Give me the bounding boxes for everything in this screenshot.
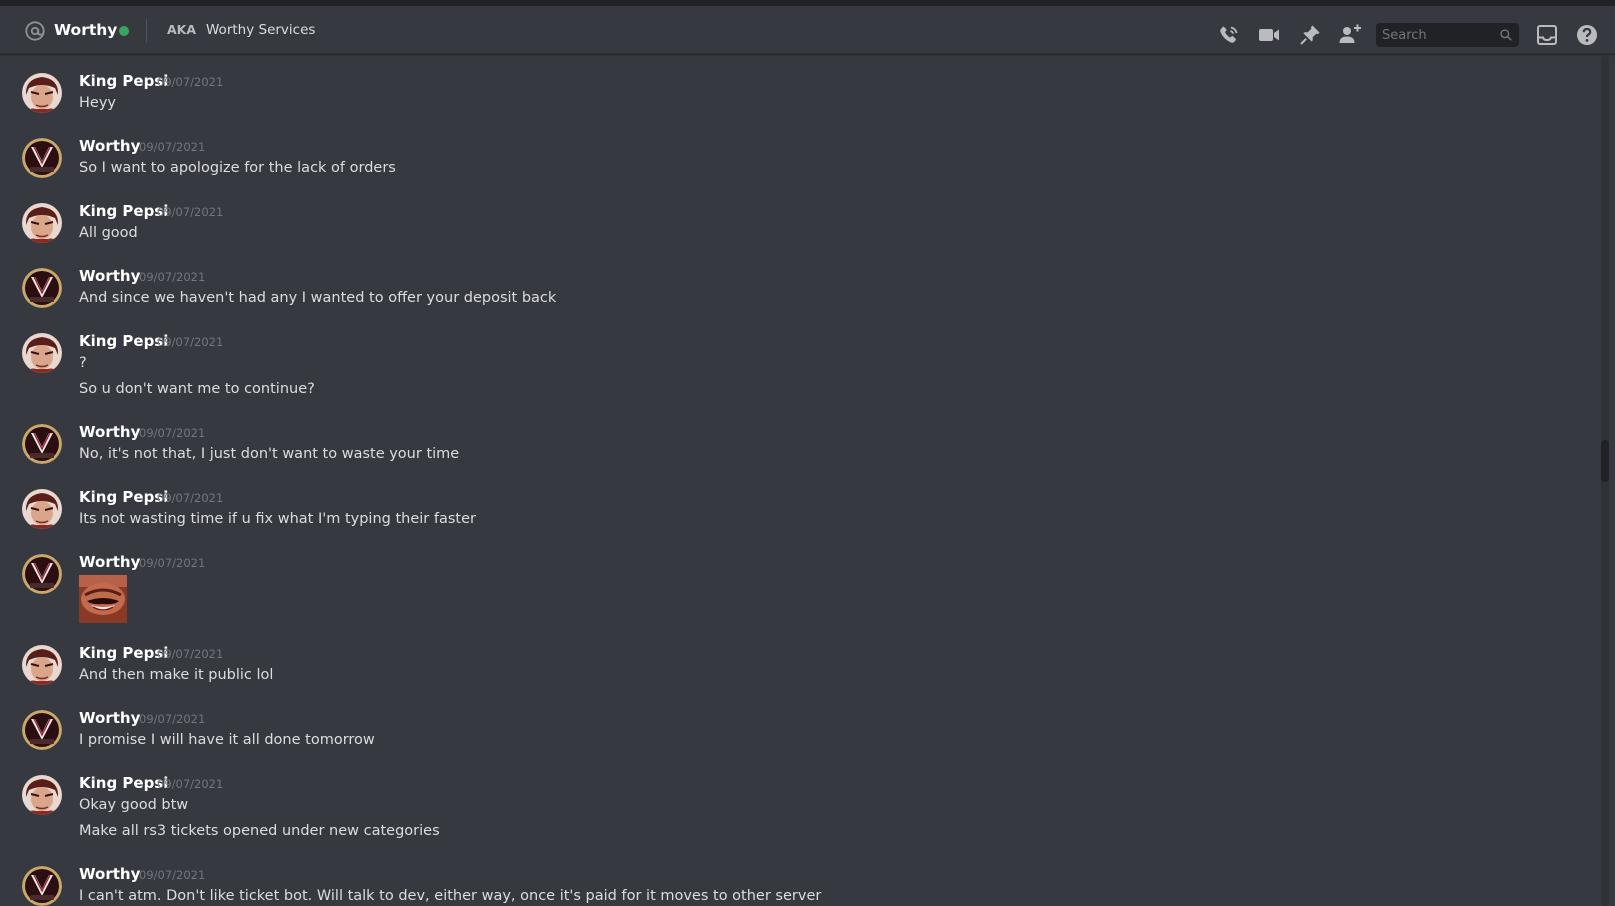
message-timestamp: 09/07/2021 bbox=[157, 205, 224, 219]
message-timestamp: 09/07/2021 bbox=[139, 712, 206, 726]
message-group: King Pepsi 09/07/2021 Okay good btw Make… bbox=[0, 765, 1590, 847]
at-icon bbox=[25, 21, 45, 41]
user-avatar-worthy[interactable] bbox=[22, 268, 62, 308]
search-icon[interactable] bbox=[1499, 28, 1513, 42]
message-text: Its not wasting time if u fix what I'm t… bbox=[79, 511, 476, 527]
message-author[interactable]: Worthy bbox=[79, 422, 140, 442]
user-avatar-king-pepsi[interactable] bbox=[22, 489, 62, 529]
message-group: King Pepsi 09/07/2021 All good bbox=[0, 193, 1590, 249]
message-text: I can't atm. Don't like ticket bot. Will… bbox=[79, 888, 822, 904]
laughing-face-image[interactable] bbox=[79, 575, 127, 623]
search-input[interactable] bbox=[1376, 23, 1500, 47]
user-avatar-worthy[interactable] bbox=[22, 866, 62, 906]
message-author[interactable]: King Pepsi bbox=[79, 487, 168, 507]
message-group: Worthy 09/07/2021 So I want to apologize… bbox=[0, 128, 1590, 184]
message-author[interactable]: Worthy bbox=[79, 136, 140, 156]
message-text: No, it's not that, I just don't want to … bbox=[79, 446, 460, 462]
message-timestamp: 09/07/2021 bbox=[139, 270, 206, 284]
scrollbar-thumb[interactable] bbox=[1601, 440, 1609, 482]
header-divider bbox=[146, 19, 147, 43]
message-text: So u don't want me to continue? bbox=[79, 381, 315, 397]
message-group: King Pepsi 09/07/2021 ? So u don't want … bbox=[0, 323, 1590, 405]
user-avatar-worthy[interactable] bbox=[22, 710, 62, 750]
message-group: King Pepsi 09/07/2021 Its not wasting ti… bbox=[0, 479, 1590, 535]
aka-label: AKA bbox=[167, 22, 197, 37]
user-avatar-worthy[interactable] bbox=[22, 554, 62, 594]
message-author[interactable]: King Pepsi bbox=[79, 773, 168, 793]
channel-name[interactable]: Worthy bbox=[54, 19, 117, 41]
user-avatar-king-pepsi[interactable] bbox=[22, 73, 62, 113]
inbox-icon[interactable] bbox=[1535, 23, 1559, 47]
message-text: And since we haven't had any I wanted to… bbox=[79, 290, 557, 306]
message-group: Worthy 09/07/2021 bbox=[0, 544, 1590, 626]
message-text: All good bbox=[79, 225, 138, 241]
message-text: ? bbox=[79, 355, 87, 371]
message-author[interactable]: Worthy bbox=[79, 266, 140, 286]
message-group: Worthy 09/07/2021 And since we haven't h… bbox=[0, 258, 1590, 314]
message-group: Worthy 09/07/2021 I can't atm. Don't lik… bbox=[0, 856, 1590, 906]
search-box[interactable] bbox=[1376, 23, 1519, 47]
user-avatar-king-pepsi[interactable] bbox=[22, 333, 62, 373]
phone-call-icon[interactable] bbox=[1217, 23, 1241, 47]
message-timestamp: 09/07/2021 bbox=[139, 556, 206, 570]
aka-nickname: Worthy Services bbox=[206, 22, 316, 38]
message-author[interactable]: King Pepsi bbox=[79, 71, 168, 91]
channel-header: Worthy AKA Worthy Services bbox=[0, 6, 1615, 54]
message-text: Make all rs3 tickets opened under new ca… bbox=[79, 823, 440, 839]
online-status-indicator bbox=[119, 26, 129, 36]
user-avatar-worthy[interactable] bbox=[22, 424, 62, 464]
dm-window: Worthy AKA Worthy Services Search King P… bbox=[0, 0, 1615, 906]
video-call-icon[interactable] bbox=[1257, 23, 1281, 47]
message-timestamp: 09/07/2021 bbox=[157, 75, 224, 89]
user-avatar-king-pepsi[interactable] bbox=[22, 203, 62, 243]
message-author[interactable]: Worthy bbox=[79, 708, 140, 728]
message-list: King Pepsi 09/07/2021 Heyy Worthy 09/07/… bbox=[0, 55, 1600, 906]
message-group: Worthy 09/07/2021 No, it's not that, I j… bbox=[0, 414, 1590, 470]
pin-icon[interactable] bbox=[1298, 23, 1322, 47]
message-author[interactable]: King Pepsi bbox=[79, 201, 168, 221]
message-group: King Pepsi 09/07/2021 Heyy bbox=[0, 63, 1590, 119]
message-author[interactable]: King Pepsi bbox=[79, 331, 168, 351]
message-timestamp: 09/07/2021 bbox=[139, 140, 206, 154]
help-icon[interactable] bbox=[1575, 23, 1599, 47]
message-author[interactable]: Worthy bbox=[79, 864, 140, 884]
user-avatar-king-pepsi[interactable] bbox=[22, 775, 62, 815]
message-text: Heyy bbox=[79, 95, 116, 111]
message-group: King Pepsi 09/07/2021 And then make it p… bbox=[0, 635, 1590, 691]
message-text: Okay good btw bbox=[79, 797, 189, 813]
message-timestamp: 09/07/2021 bbox=[157, 491, 224, 505]
message-timestamp: 09/07/2021 bbox=[157, 777, 224, 791]
message-group: Worthy 09/07/2021 I promise I will have … bbox=[0, 700, 1590, 756]
message-timestamp: 09/07/2021 bbox=[139, 426, 206, 440]
message-text: I promise I will have it all done tomorr… bbox=[79, 732, 375, 748]
message-timestamp: 09/07/2021 bbox=[157, 335, 224, 349]
message-timestamp: 09/07/2021 bbox=[139, 868, 206, 882]
message-timestamp: 09/07/2021 bbox=[157, 647, 224, 661]
message-author[interactable]: Worthy bbox=[79, 552, 140, 572]
user-avatar-king-pepsi[interactable] bbox=[22, 645, 62, 685]
add-friend-icon[interactable] bbox=[1338, 23, 1362, 47]
message-author[interactable]: King Pepsi bbox=[79, 643, 168, 663]
message-text: And then make it public lol bbox=[79, 667, 274, 683]
user-avatar-worthy[interactable] bbox=[22, 138, 62, 178]
message-text: So I want to apologize for the lack of o… bbox=[79, 160, 396, 176]
